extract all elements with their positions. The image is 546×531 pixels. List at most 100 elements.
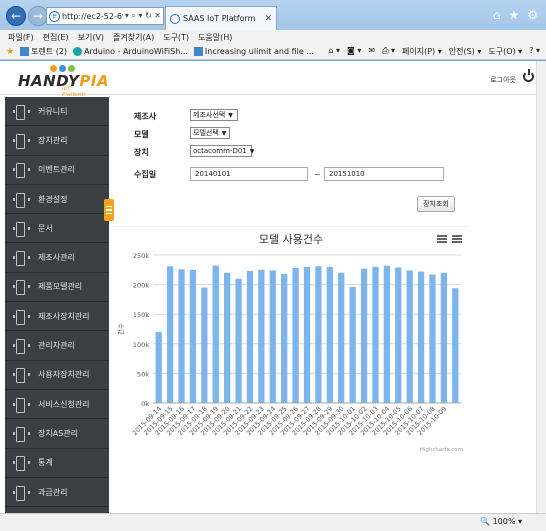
bar (395, 267, 402, 403)
page-menu[interactable]: 페이지(P) ▾ (402, 46, 442, 57)
arrow-left-icon: ← (10, 9, 22, 23)
rss-icon[interactable]: ◙ ▾ (347, 46, 361, 57)
favorites-star-button[interactable]: ★ (6, 47, 14, 57)
sidebar-item-label: 통계 (38, 458, 53, 468)
sidebar-item-12[interactable]: 통계 (5, 449, 109, 478)
handypia-logo[interactable]: HANDYPIA IoT Platform (18, 65, 109, 98)
sidebar-item-2[interactable]: 이벤트관리 (5, 156, 109, 185)
address-actions-icon[interactable]: ▾ ⌕ ▾ ↻ ✕ (125, 11, 163, 21)
menu-item-icon (13, 397, 30, 413)
sidebar-item-0[interactable]: 커뮤니티 (5, 97, 109, 127)
sidebar-item-9[interactable]: 사용자장치관리 (5, 361, 109, 390)
menu-tools[interactable]: 도구(T) (163, 32, 189, 43)
menu-file[interactable]: 파일(F) (8, 32, 34, 43)
mail-icon[interactable]: ✉ (368, 46, 375, 57)
favorite-torrent[interactable]: 토렌트 (2) (20, 46, 67, 57)
y-axis-label: 건수 (116, 323, 125, 335)
address-bar[interactable]: e http://ec2-52-69-161... ▾ ⌕ ▾ ↻ ✕ (46, 7, 164, 25)
sidebar-item-label: 커뮤니티 (38, 106, 68, 116)
favorites-star-icon[interactable]: ★ (508, 8, 519, 22)
sidebar-item-label: 과금관리 (38, 487, 68, 497)
bar (360, 268, 368, 403)
favorite-ulimit[interactable]: Increasing ulimit and file ... (193, 47, 314, 56)
sidebar-item-3[interactable]: 환경설정 (5, 185, 109, 215)
sidebar-item-11[interactable]: 장치AS관리 (5, 419, 109, 449)
bar (178, 269, 185, 403)
menu-view[interactable]: 보기(V) (78, 32, 104, 43)
arduino-icon (73, 47, 83, 56)
menu-item-icon (13, 456, 30, 472)
sidebar-item-6[interactable]: 제품모델관리 (5, 273, 109, 303)
menu-help[interactable]: 도움말(H) (198, 32, 232, 43)
url-text[interactable]: http://ec2-52-69-161... (62, 12, 123, 21)
back-button[interactable]: ← (6, 6, 26, 26)
sidebar-item-8[interactable]: 관리자관리 (5, 331, 109, 361)
bar (338, 272, 345, 403)
sidebar-toggle-button[interactable] (104, 199, 114, 221)
sidebar-item-label: 환경설정 (38, 194, 68, 204)
favorites-bar: ★ 토렌트 (2) Arduino - ArduinoWiFiSh... Inc… (0, 44, 546, 60)
zoom-level[interactable]: 🔍 100% ▾ (480, 517, 522, 526)
sidebar-item-7[interactable]: 제조사장치관리 (5, 302, 109, 332)
period-label: 수집일 (134, 170, 157, 179)
chart-svg: 모델 사용건수0k50k100k150k200k250k건수2015-09-14… (116, 233, 463, 453)
usage-chart: 모델 사용건수 0k 50k 100k 150k 200k 250k 건수 2015-09-14… (113, 226, 469, 454)
maker-select[interactable]: 제조사선택 ▼ (190, 109, 238, 121)
model-select[interactable]: 모델선택 ▼ (190, 127, 230, 139)
device-select[interactable]: octacomm-D01 ▼ (190, 145, 254, 157)
device-label: 장치 (134, 148, 149, 157)
safety-menu[interactable]: 안전(S) ▾ (449, 46, 482, 57)
status-bar: 🔍 100% ▾ (0, 513, 546, 531)
sidebar-item-label: 관리자관리 (38, 341, 75, 351)
site-header: HANDYPIA IoT Platform 로그아웃 (0, 61, 546, 98)
bar (417, 271, 425, 403)
sidebar-item-label: 제품모델관리 (38, 282, 83, 292)
sidebar-item-1[interactable]: 장치관리 (5, 126, 109, 156)
menu-item-icon (13, 163, 30, 179)
print-icon[interactable]: ⎙ ▾ (382, 46, 395, 57)
bar (212, 265, 219, 403)
power-icon[interactable] (523, 69, 534, 82)
bar (235, 278, 242, 403)
sidebar-item-13[interactable]: 과금관리 (5, 478, 109, 508)
page-content: HANDYPIA IoT Platform 로그아웃 커뮤니티장치관리이벤트관리… (0, 61, 546, 513)
home-toolbar-icon[interactable]: ⌂ ▾ (328, 46, 340, 57)
bar (349, 286, 356, 403)
sidebar-item-label: 문서 (38, 223, 53, 233)
chevron-down-icon: ▼ (249, 147, 255, 155)
bar (155, 331, 162, 403)
sidebar-item-4[interactable]: 문서 (5, 214, 109, 244)
sidebar-item-label: 이벤트관리 (38, 165, 75, 175)
y-tick-label: 250k (133, 252, 149, 260)
arrow-right-icon: → (32, 9, 44, 23)
page-scrollbar[interactable] (536, 61, 546, 513)
menu-item-icon (13, 221, 30, 237)
logout-link[interactable]: 로그아웃 (490, 75, 516, 85)
browser-tab[interactable]: SAAS IoT Platform ✕ (165, 6, 277, 30)
tab-close-icon[interactable]: ✕ (264, 14, 272, 24)
menu-favorites[interactable]: 즐겨찾기(A) (113, 32, 154, 43)
menu-edit[interactable]: 편집(E) (43, 32, 69, 43)
menu-item-icon (13, 104, 30, 120)
sidebar-item-label: 사용자장치관리 (38, 370, 90, 380)
home-icon[interactable]: ⌂ (493, 8, 501, 22)
bar (292, 268, 299, 403)
tools-menu[interactable]: 도구(O) ▾ (488, 46, 522, 57)
bar (315, 266, 322, 403)
sidebar-item-10[interactable]: 서비스신청관리 (5, 390, 109, 420)
date-from-input[interactable]: 20140101 (190, 167, 308, 181)
bar (246, 270, 254, 403)
y-tick-label: 150k (133, 311, 149, 319)
settings-gear-icon[interactable]: ⚙ (527, 8, 538, 22)
help-icon[interactable]: ? ▾ (529, 46, 540, 57)
search-device-button[interactable]: 장치조회 (417, 196, 455, 212)
sidebar-item-5[interactable]: 제조사관리 (5, 243, 109, 273)
forward-button[interactable]: → (28, 6, 48, 26)
bar (440, 272, 448, 403)
sidebar-item-label: 서비스신청관리 (38, 399, 90, 409)
bar (201, 287, 208, 403)
menu-item-icon (13, 133, 30, 149)
date-to-input[interactable]: 20151010 (324, 167, 444, 181)
tab-title: SAAS IoT Platform (183, 14, 256, 23)
favorite-arduino[interactable]: Arduino - ArduinoWiFiSh... (73, 47, 188, 56)
